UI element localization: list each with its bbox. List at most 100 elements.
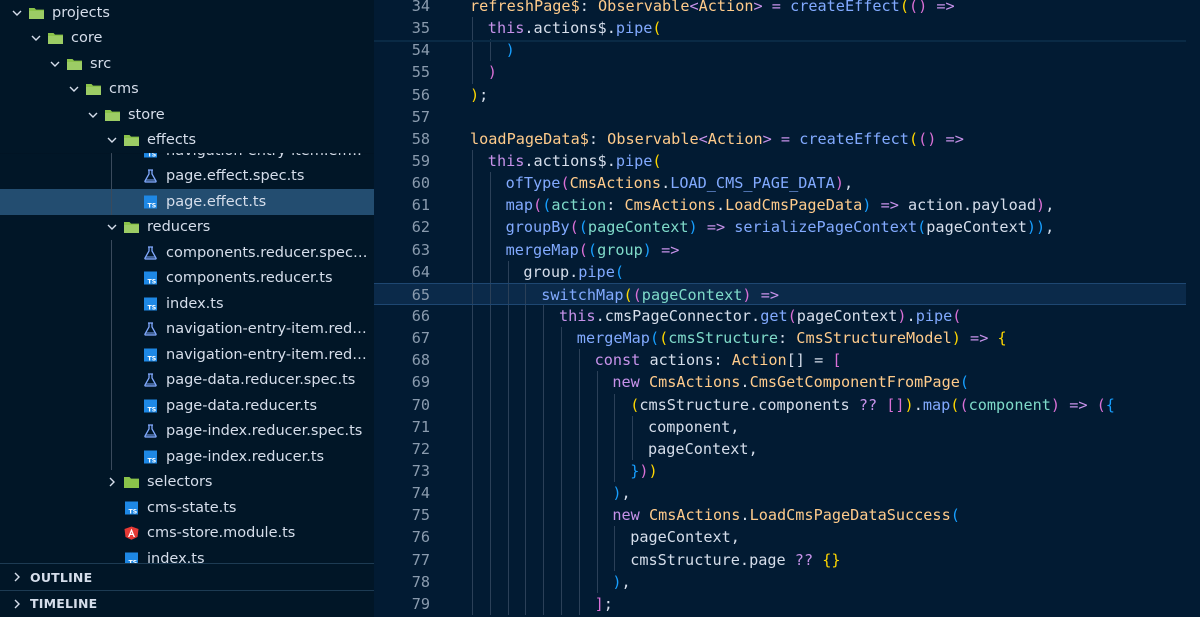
indent-guide — [489, 570, 491, 593]
code-line[interactable]: 73})) — [374, 459, 1200, 483]
code-line[interactable]: 60 ofType(CmsActions.LOAD_CMS_PAGE_DATA), — [374, 172, 1200, 195]
code-line[interactable]: 64 group.pipe( — [374, 260, 1200, 283]
indent-guide — [614, 415, 616, 438]
indent-guide — [507, 570, 509, 593]
file-cms-state-ts[interactable]: TS cms-state.ts — [0, 495, 374, 521]
indent-guide — [525, 349, 527, 372]
code-token: => — [751, 285, 779, 304]
line-number: 65 — [411, 285, 430, 304]
code-line[interactable]: 77 cmsStructure.page ?? {} — [374, 548, 1200, 571]
folder-core[interactable]: core — [0, 26, 374, 52]
line-number: 57 — [411, 107, 430, 126]
indent-guide — [561, 349, 562, 372]
file-page-effect-ts[interactable]: TS page.effect.ts — [0, 189, 374, 215]
file-navigation-entry-item-reducer-spec-ts[interactable]: navigation-entry-item.reducer.spec.ts — [0, 316, 374, 342]
code-line[interactable]: 72 pageContext, — [374, 437, 1200, 460]
code-line[interactable]: 34 refreshPage$: Observable<Action> = cre… — [374, 0, 1200, 17]
code-text: ) — [506, 39, 515, 61]
code-token: , — [730, 528, 740, 547]
file-cms-store-module-ts[interactable]: cms-store.module.ts — [0, 521, 374, 547]
code-line[interactable]: 78), — [374, 570, 1200, 593]
code-line[interactable]: 74), — [374, 482, 1200, 505]
code-token: . — [606, 19, 616, 38]
indent-guide — [525, 570, 527, 593]
code-token: ( — [1096, 395, 1106, 414]
file-page-effect-spec-ts[interactable]: page.effect.spec.ts — [0, 163, 374, 189]
code-line[interactable]: 55) — [374, 61, 1200, 84]
folder-effects[interactable]: effects — [0, 128, 374, 154]
outline-panel-header[interactable]: OUTLINE — [0, 564, 374, 590]
indent-guide — [578, 459, 580, 483]
file-page-index-reducer-ts[interactable]: TS page-index.reducer.ts — [0, 444, 374, 470]
file-index-ts[interactable]: TS index.ts — [0, 546, 374, 563]
folder-reducers[interactable]: reducers — [0, 215, 374, 241]
indent-guide — [525, 415, 527, 438]
file-page-data-reducer-spec-ts[interactable]: page-data.reducer.spec.ts — [0, 367, 374, 393]
code-line[interactable]: 67 mergeMap((cmsStructure: CmsStructureMo… — [374, 327, 1200, 350]
file-components-reducer-ts[interactable]: TS components.reducer.ts — [0, 265, 374, 291]
code-line[interactable]: 79]; — [374, 592, 1200, 615]
code-token: cmsStructure — [639, 395, 750, 414]
code-line[interactable]: 68 const actions: Action[] = [ — [374, 349, 1200, 372]
timeline-panel-header[interactable]: TIMELINE — [0, 590, 374, 616]
line-number: 67 — [411, 329, 430, 348]
indent-guide — [543, 592, 545, 615]
code-token: : — [713, 351, 732, 370]
file-navigation-entry-item-reducer-ts[interactable]: TS navigation-entry-item.reducer.ts — [0, 342, 374, 368]
indent-guide — [472, 548, 473, 571]
code-token: => — [871, 196, 908, 215]
line-number: 79 — [411, 594, 430, 613]
file-page-index-reducer-spec-ts[interactable]: page-index.reducer.spec.ts — [0, 418, 374, 444]
code-text: mergeMap((group) => — [506, 239, 680, 261]
indent-guide — [632, 437, 634, 460]
folder-src[interactable]: src — [0, 51, 374, 77]
code-line[interactable]: 71 component, — [374, 415, 1200, 438]
chevron-down-icon — [29, 31, 43, 45]
code-line[interactable]: 62 groupBy((pageContext) => serializePage… — [374, 216, 1200, 239]
folder-selectors[interactable]: selectors — [0, 470, 374, 496]
file-components-reducer-spec-ts[interactable]: components.reducer.spec.ts — [0, 240, 374, 266]
code-line[interactable]: 61 map((action: CmsActions.LoadCmsPageDat… — [374, 194, 1200, 217]
code-token: ) — [951, 329, 961, 348]
code-line[interactable]: 70 (cmsStructure.components ?? []).map((c… — [374, 393, 1200, 416]
test-flask-icon — [142, 424, 159, 438]
code-line[interactable]: 56); — [374, 84, 1200, 106]
code-line[interactable]: 76 pageContext, — [374, 526, 1200, 549]
code-line[interactable]: 75 new CmsActions.LoadCmsPageDataSuccess( — [374, 504, 1200, 527]
folder-projects[interactable]: projects — [0, 0, 374, 26]
outline-panel-label: OUTLINE — [30, 569, 93, 585]
code-token: groupBy — [505, 218, 570, 237]
line-number: 72 — [411, 439, 430, 458]
indent-guide — [507, 327, 509, 350]
line-number: 69 — [411, 373, 430, 392]
line-number: 58 — [411, 129, 430, 148]
indent-guide — [111, 418, 112, 444]
indent-guide — [578, 415, 580, 438]
code-token: pageContext — [641, 285, 743, 304]
code-line[interactable]: 69 new CmsActions.CmsGetComponentFromPage… — [374, 371, 1200, 394]
code-token: map — [922, 395, 951, 414]
code-lines[interactable]: 34 refreshPage$: Observable<Action> = cre… — [374, 0, 1200, 615]
code-line[interactable]: 66 this.cmsPageConnector.get(pageContext)… — [374, 304, 1200, 328]
code-line[interactable]: 63 mergeMap((group) => — [374, 238, 1200, 261]
indent-guide — [472, 393, 473, 416]
code-line[interactable]: 58 loadPageData$: Observable<Action> = cr… — [374, 128, 1200, 150]
code-editor[interactable]: 34 refreshPage$: Observable<Action> = cre… — [374, 0, 1200, 617]
code-line[interactable]: 65 switchMap((pageContext) => — [374, 282, 1200, 305]
code-line[interactable]: 59 this.actions$.pipe( — [374, 149, 1200, 173]
indent-guide — [472, 459, 473, 483]
code-line[interactable]: 54) — [374, 39, 1200, 62]
code-token: , — [748, 439, 758, 458]
indent-guide — [472, 194, 473, 217]
folder-cms[interactable]: cms — [0, 77, 374, 103]
indent-guide — [578, 570, 580, 593]
file-index-ts[interactable]: TS index.ts — [0, 291, 374, 317]
line-number: 70 — [411, 395, 430, 414]
editor-scrollbar[interactable] — [1186, 0, 1200, 617]
code-token: => — [651, 240, 680, 259]
file-page-data-reducer-ts[interactable]: TS page-data.reducer.ts — [0, 393, 374, 419]
code-line[interactable]: 35 this.actions$.pipe( — [374, 17, 1200, 40]
folder-store[interactable]: store — [0, 102, 374, 128]
indent-guide — [111, 444, 112, 470]
code-line[interactable]: 57 — [374, 106, 1200, 128]
